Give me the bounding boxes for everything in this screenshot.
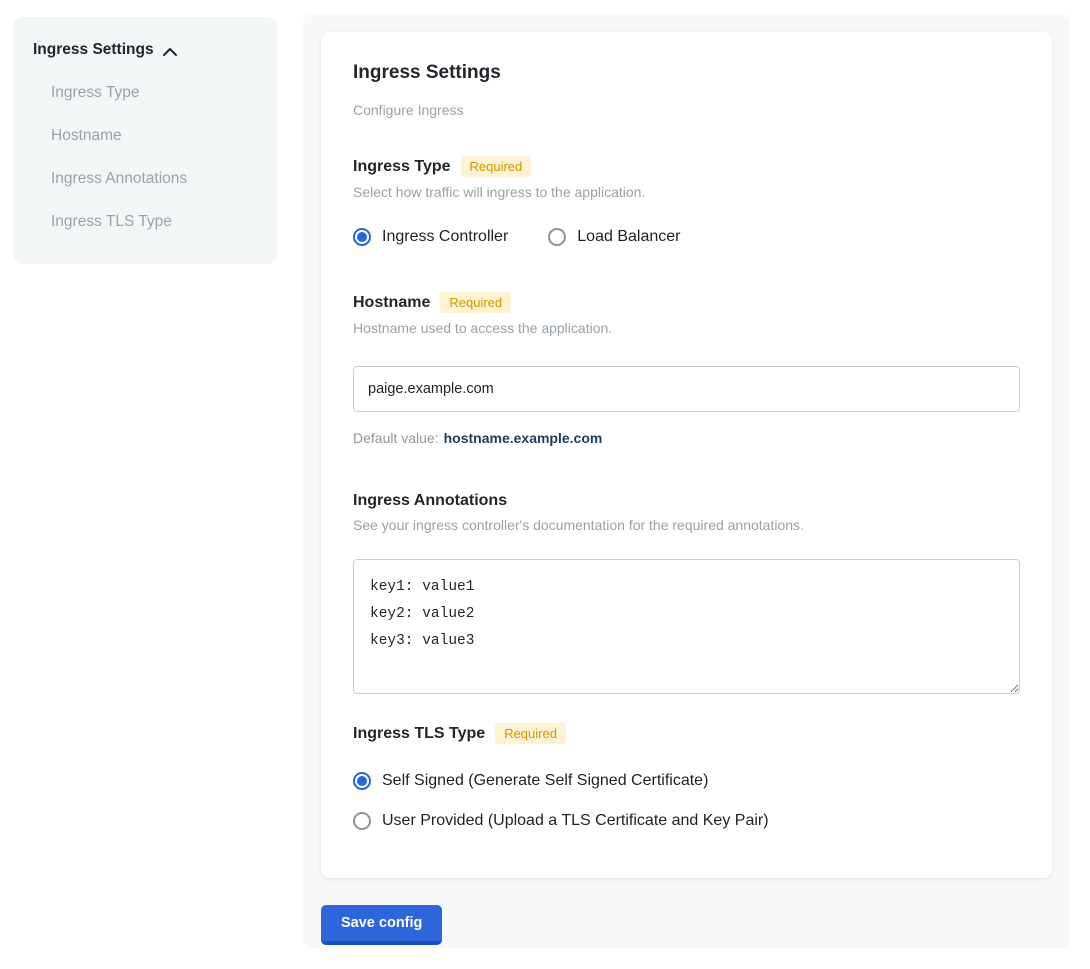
ingress-tls-type-label: Ingress TLS Type [353,725,485,743]
sidebar-title-label: Ingress Settings [33,41,154,59]
main-panel: Ingress Settings Configure Ingress Ingre… [303,14,1070,948]
sidebar-item-hostname[interactable]: Hostname [33,127,257,145]
hostname-default-line: Default value: hostname.example.com [353,430,1020,446]
save-config-button[interactable]: Save config [321,905,442,945]
ingress-type-description: Select how traffic will ingress to the a… [353,184,1020,200]
radio-icon [548,228,566,246]
radio-option-self-signed[interactable]: Self Signed (Generate Self Signed Certif… [353,772,1020,790]
field-ingress-tls-type: Ingress TLS Type Required Self Signed (G… [353,723,1020,830]
sidebar: Ingress Settings Ingress Type Hostname I… [13,17,277,264]
hostname-input[interactable] [353,366,1020,412]
card-subtitle: Configure Ingress [353,102,1020,118]
ingress-annotations-description: See your ingress controller's documentat… [353,517,1020,533]
default-value-text: hostname.example.com [444,430,603,446]
hostname-label: Hostname [353,294,430,312]
sidebar-item-ingress-annotations[interactable]: Ingress Annotations [33,170,257,188]
radio-label: Load Balancer [577,228,680,246]
radio-icon [353,228,371,246]
sidebar-section-toggle[interactable]: Ingress Settings [33,41,257,59]
radio-label: User Provided (Upload a TLS Certificate … [382,812,769,830]
chevron-up-icon [163,47,177,56]
card-title: Ingress Settings [353,62,1020,84]
hostname-description: Hostname used to access the application. [353,320,1020,336]
field-ingress-type: Ingress Type Required Select how traffic… [353,156,1020,246]
field-ingress-annotations: Ingress Annotations See your ingress con… [353,492,1020,699]
field-hostname: Hostname Required Hostname used to acces… [353,292,1020,446]
required-badge: Required [495,723,566,744]
ingress-annotations-textarea[interactable]: key1: value1 key2: value2 key3: value3 [353,559,1020,694]
radio-label: Ingress Controller [382,228,508,246]
radio-option-ingress-controller[interactable]: Ingress Controller [353,228,508,246]
ingress-settings-card: Ingress Settings Configure Ingress Ingre… [321,32,1052,878]
ingress-type-label: Ingress Type [353,158,451,176]
radio-option-load-balancer[interactable]: Load Balancer [548,228,680,246]
sidebar-item-ingress-tls-type[interactable]: Ingress TLS Type [33,213,257,231]
ingress-annotations-label: Ingress Annotations [353,492,507,510]
required-badge: Required [440,292,511,313]
radio-icon [353,772,371,790]
tls-type-radio-group: Self Signed (Generate Self Signed Certif… [353,772,1020,830]
radio-label: Self Signed (Generate Self Signed Certif… [382,772,708,790]
sidebar-item-ingress-type[interactable]: Ingress Type [33,84,257,102]
default-value-label: Default value: [353,430,439,446]
radio-icon [353,812,371,830]
ingress-type-radio-group: Ingress Controller Load Balancer [353,228,1020,246]
radio-option-user-provided[interactable]: User Provided (Upload a TLS Certificate … [353,812,1020,830]
required-badge: Required [461,156,532,177]
